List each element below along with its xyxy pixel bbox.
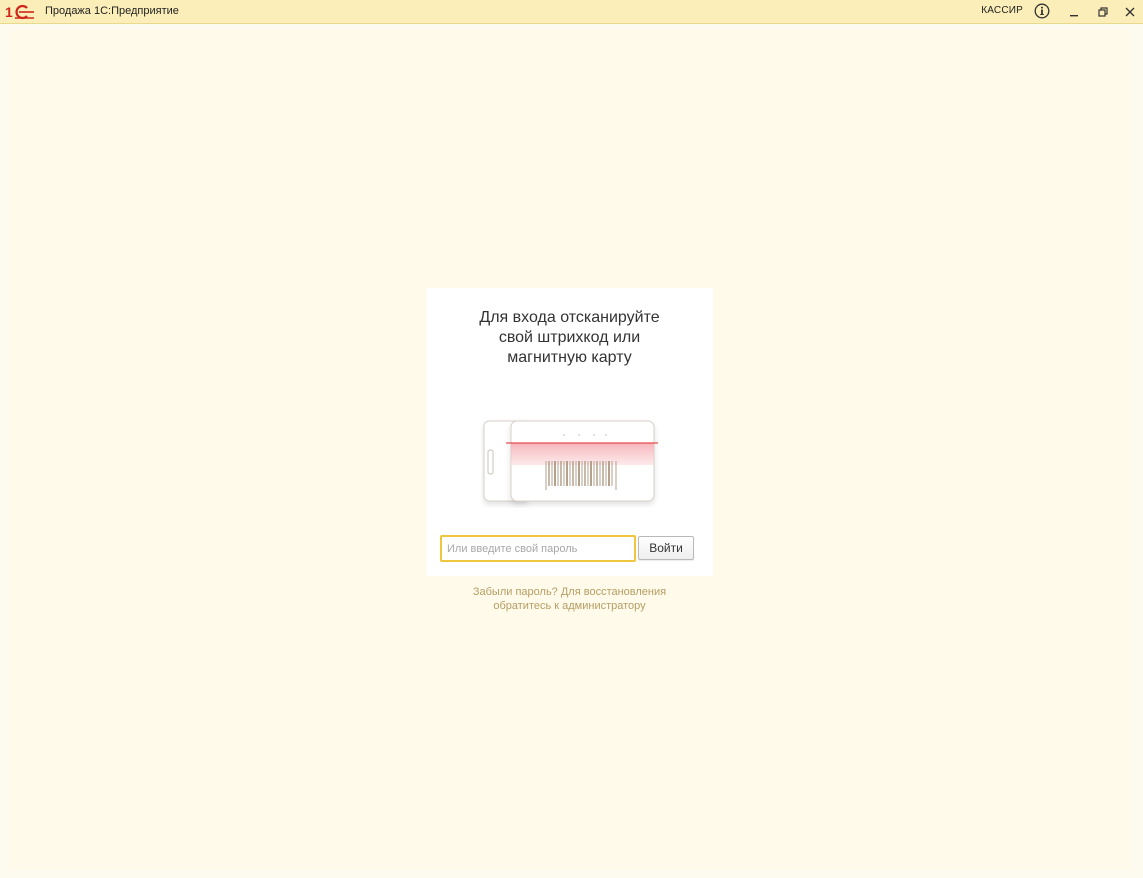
headline-line: Для входа отсканируйте	[479, 309, 660, 326]
1c-logo-icon: 1	[5, 4, 34, 20]
forgot-line: обратитесь к администратору	[493, 600, 646, 612]
minimize-icon	[1070, 15, 1078, 17]
window-title: Продажа 1С:Предприятие	[45, 5, 179, 17]
login-panel: Для входа отсканируйте свой штрихкод или…	[426, 288, 713, 576]
svg-text:1: 1	[5, 4, 13, 20]
close-button[interactable]	[1120, 2, 1140, 22]
title-bar: 1 Продажа 1С:Предприятие КАССИР	[0, 0, 1143, 24]
login-headline: Для входа отсканируйте свой штрихкод или…	[426, 308, 713, 368]
minimize-button[interactable]	[1064, 2, 1084, 22]
restore-button[interactable]	[1093, 2, 1113, 22]
forgot-line: Забыли пароль? Для восстановления	[472, 586, 667, 598]
info-icon[interactable]	[1034, 3, 1050, 19]
headline-line: свой штрихкод или	[498, 329, 641, 346]
headline-line: магнитную карту	[507, 349, 632, 366]
password-input[interactable]	[440, 535, 636, 562]
close-icon	[1125, 7, 1135, 17]
login-button[interactable]: Войти	[638, 536, 694, 560]
restore-icon	[1098, 7, 1108, 17]
forgot-password-hint: Забыли пароль? Для восстановления обрати…	[426, 585, 713, 613]
barcode-card-scan-icon	[483, 420, 658, 502]
current-user-label[interactable]: КАССИР	[981, 5, 1023, 16]
